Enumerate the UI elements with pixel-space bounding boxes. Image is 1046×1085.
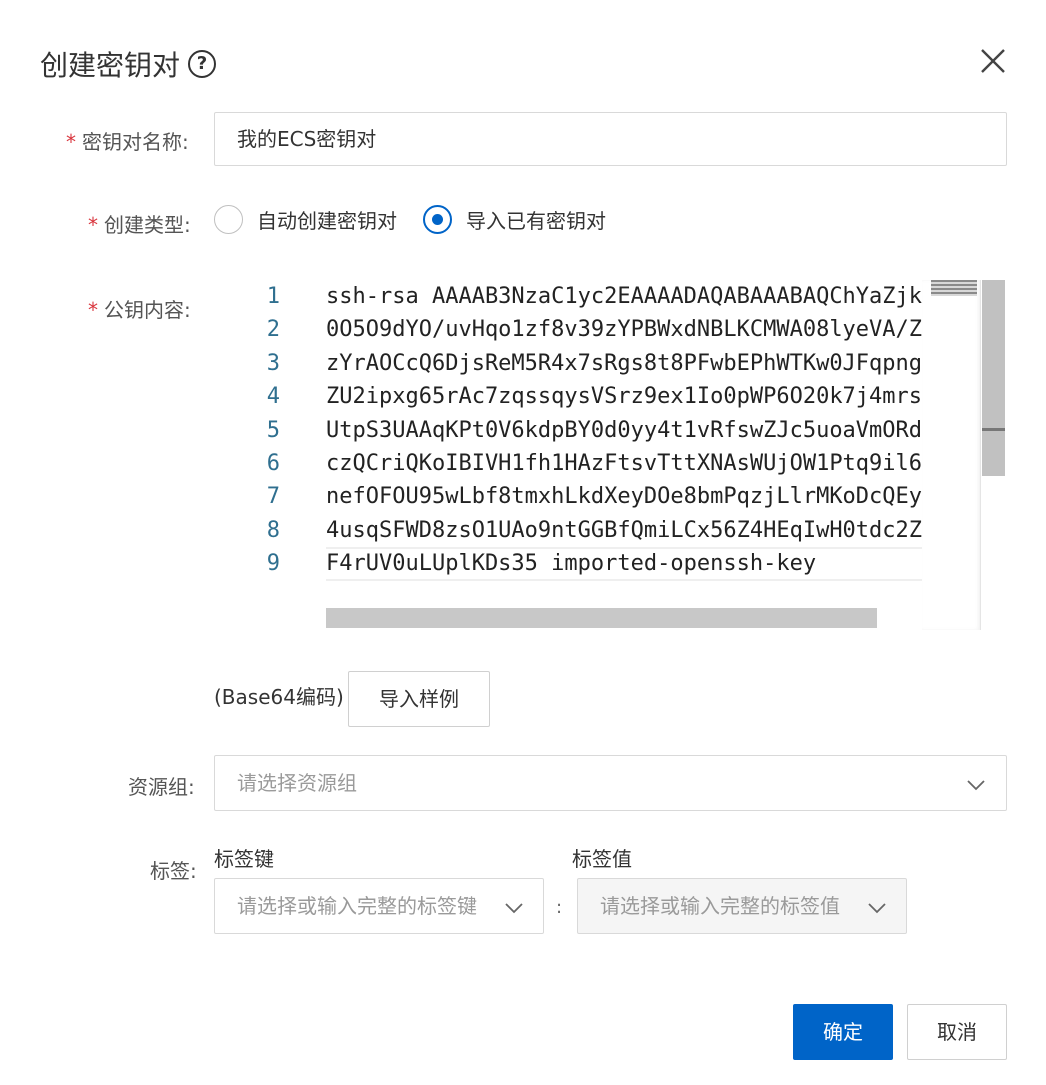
resource-group-placeholder: 请选择资源组 [237,771,357,795]
radio-auto-create-label: 自动创建密钥对 [257,209,397,233]
line-number: 1 [266,284,280,309]
code-line[interactable]: 0O5O9dYO/uvHqo1zf8v39zYPBWxdNBLKCMWA08ly… [326,313,922,346]
radio-unchecked-icon[interactable] [214,205,243,234]
radio-import-existing[interactable]: 导入已有密钥对 [423,205,606,234]
dialog-title: 创建密钥对 ? [40,44,217,84]
tag-key-placeholder: 请选择或输入完整的标签键 [237,894,477,918]
code-line[interactable]: 4usqSFWD8zsO1UAo9ntGGBfQmiLCx56Z4HEqIwH0… [326,514,922,547]
tag-key-label: 标签键 [214,847,274,871]
tag-separator: : [556,897,563,918]
tag-value-label: 标签值 [572,847,632,871]
public-key-editor[interactable]: 1 2 3 4 5 6 7 8 9 ssh-rsa AAAAB3NzaC1yc2… [232,280,1005,630]
radio-checked-icon[interactable] [423,205,452,234]
horizontal-scrollbar[interactable] [326,608,877,628]
code-line[interactable]: UtpS3UAAqKPt0V6kdpBY0d0yy4t1vRfswZJc5uoa… [326,414,922,447]
editor-minimap[interactable] [922,280,981,630]
resource-group-select[interactable]: 请选择资源组 [214,755,1007,811]
tag-value-placeholder: 请选择或输入完整的标签值 [600,894,840,918]
dialog-title-text: 创建密钥对 [40,49,181,82]
code-line[interactable]: ssh-rsa AAAAB3NzaC1yc2EAAAADAQABAAABAQCh… [326,280,922,313]
required-mark: * [66,130,76,154]
cancel-button[interactable]: 取消 [907,1004,1007,1060]
name-label: * 密钥对名称: [66,130,189,154]
line-number-gutter: 1 2 3 4 5 6 7 8 9 [232,280,302,581]
line-number: 7 [266,484,280,510]
line-number: 2 [266,317,280,343]
line-number: 4 [266,384,280,410]
scrollbar-cursor-marker [982,428,1005,431]
code-line-current[interactable]: F4rUV0uLUplKDs35 imported-openssh-key [326,547,922,581]
radio-auto-create[interactable]: 自动创建密钥对 [214,205,397,234]
code-area[interactable]: ssh-rsa AAAAB3NzaC1yc2EAAAADAQABAAABAQCh… [326,280,922,581]
line-number: 5 [266,417,280,443]
chevron-down-icon [505,903,523,914]
line-number: 3 [266,350,280,376]
close-icon[interactable] [978,46,1008,76]
pubkey-label: * 公钥内容: [88,298,191,322]
vertical-scrollbar[interactable] [982,280,1005,476]
tag-key-select[interactable]: 请选择或输入完整的标签键 [214,878,544,934]
code-line[interactable]: ZU2ipxg65rAc7zqssqysVSrz9ex1Io0pWP6O20k7… [326,380,922,413]
confirm-button[interactable]: 确定 [793,1004,893,1060]
radio-import-existing-label: 导入已有密钥对 [466,209,606,233]
line-number: 8 [266,517,280,543]
required-mark: * [88,213,98,237]
tag-value-select[interactable]: 请选择或输入完整的标签值 [577,878,907,934]
code-line[interactable]: czQCriQKoIBIVH1fh1HAzFtsvTttXNAsWUjOW1Pt… [326,447,922,480]
line-number: 6 [266,450,280,476]
type-label: * 创建类型: [88,213,191,237]
key-pair-name-input[interactable]: 我的ECS密钥对 [214,112,1007,166]
chevron-down-icon [868,903,886,914]
resource-group-label: 资源组: [128,775,195,799]
import-sample-button[interactable]: 导入样例 [348,671,490,727]
minimap-preview [931,280,977,296]
required-mark: * [88,298,98,322]
chevron-down-icon [967,780,985,791]
code-line[interactable]: nefOFOU95wLbf8tmxhLkdXeyDOe8bmPqzjLlrMKo… [326,480,922,513]
line-number: 9 [266,551,280,577]
code-line[interactable]: zYrAOCcQ6DjsReM5R4x7sRgs8t8PFwbEPhWTKw0J… [326,347,922,380]
encoding-note: (Base64编码) [214,685,344,709]
help-icon[interactable]: ? [188,50,217,78]
creation-type-radio-group: 自动创建密钥对 导入已有密钥对 [214,205,632,234]
tags-label: 标签: [150,859,197,883]
